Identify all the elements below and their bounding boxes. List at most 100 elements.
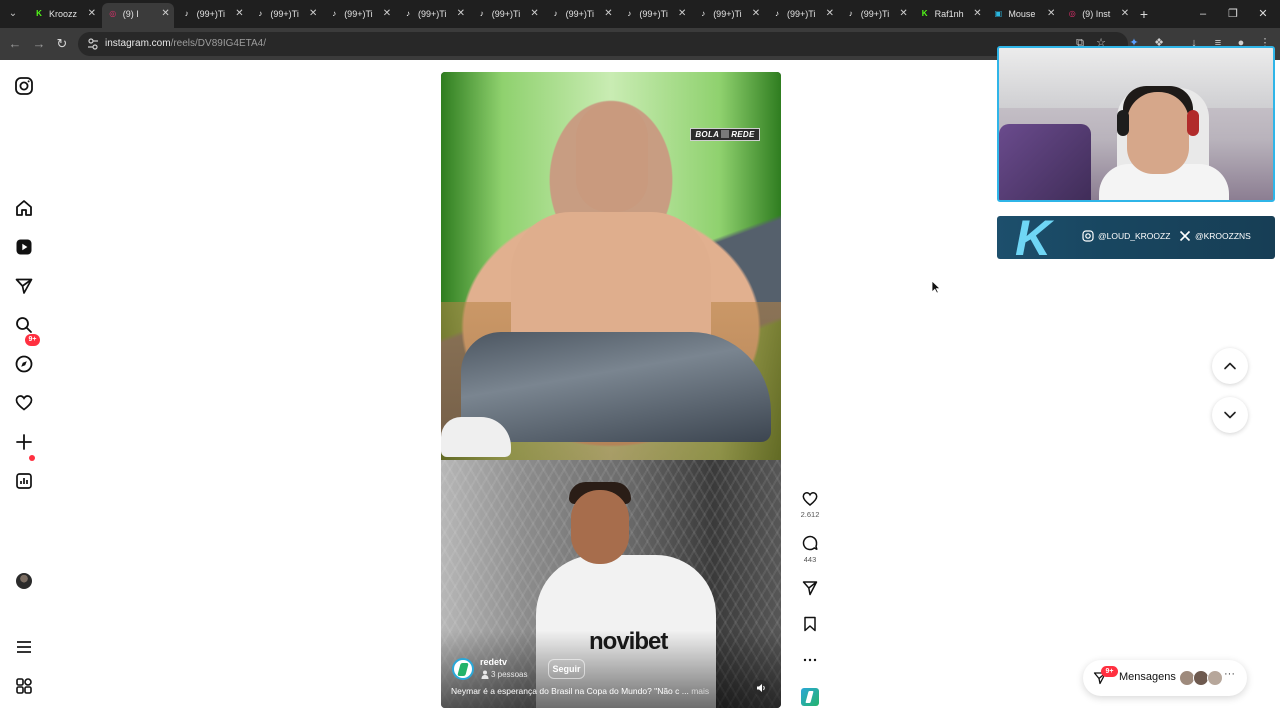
like-button[interactable] <box>801 490 819 508</box>
more-contacts-icon: ··· <box>1224 668 1235 680</box>
messages-label: Mensagens <box>1119 671 1176 683</box>
back-icon[interactable]: ← <box>6 35 24 53</box>
tab-title: (99+)Ti <box>418 9 447 19</box>
instagram-icon <box>1082 230 1094 242</box>
tab-search-chevron-icon[interactable]: ⌄ <box>4 5 22 23</box>
more-options-button[interactable] <box>801 651 819 669</box>
close-tab-icon[interactable]: ✕ <box>826 3 834 25</box>
profile-avatar[interactable] <box>16 573 32 589</box>
browser-tab[interactable]: ♪ (99+)Ti ✕ <box>618 3 690 25</box>
reload-icon[interactable]: ↻ <box>53 35 71 53</box>
browser-tab[interactable]: ▣ Mouse ✕ <box>987 3 1059 25</box>
notifications-badge: 9+ <box>25 334 40 346</box>
home-icon[interactable] <box>14 198 34 218</box>
tab-title: Kroozz <box>49 9 78 19</box>
forward-icon[interactable]: → <box>30 35 48 53</box>
new-tab-button[interactable]: + <box>1137 3 1151 25</box>
explore-compass-icon[interactable] <box>14 354 34 374</box>
close-tab-icon[interactable]: ✕ <box>604 3 612 25</box>
messages-badge: 9+ <box>1101 666 1118 677</box>
instagram-logo-icon[interactable] <box>14 76 34 96</box>
address-bar[interactable]: instagram.com/reels/DV89IG4ETA4/ <box>78 32 1128 56</box>
reel-caption[interactable]: Neymar é a esperança do Brasil na Copa d… <box>451 686 741 696</box>
site-icon: ▣ <box>994 9 1003 18</box>
original-audio-thumbnail[interactable] <box>801 688 819 706</box>
close-tab-icon[interactable]: ✕ <box>530 3 538 25</box>
tiktok-icon: ♪ <box>701 9 706 18</box>
dashboard-icon[interactable] <box>14 471 34 491</box>
browser-tab[interactable]: K Kroozz ✕ <box>28 3 100 25</box>
ellipsis-icon <box>803 658 817 662</box>
mute-toggle-button[interactable] <box>753 680 769 696</box>
messages-button[interactable]: 9+ Mensagens ··· <box>1083 660 1247 696</box>
streamer-webcam-overlay <box>997 46 1275 202</box>
author-avatar[interactable] <box>452 658 474 680</box>
browser-tab-bar: ⌄ K Kroozz ✕ ◎ (9) I ✕ ♪ (99+)Ti ✕ ♪ (99+)Ti ✕ ♪ (99+… <box>0 0 1280 28</box>
tab-title: (99+)Ti <box>196 9 226 19</box>
comment-icon <box>802 535 818 551</box>
browser-tab[interactable]: ♪ (99+)Ti ✕ <box>249 3 321 25</box>
close-tab-icon[interactable]: ✕ <box>752 3 760 25</box>
close-tab-icon[interactable]: ✕ <box>973 3 981 25</box>
kick-icon: K <box>921 9 928 18</box>
reels-icon[interactable] <box>14 237 34 257</box>
browser-tab[interactable]: ♪ (99+)Ti ✕ <box>176 3 248 25</box>
heart-icon <box>802 492 818 506</box>
browser-tab[interactable]: ◎ (9) I ✕ <box>101 3 174 28</box>
follow-button[interactable]: Seguir <box>548 659 585 679</box>
reel-video[interactable]: BOLAREDE novibet redetv 3 pessoas Seguir… <box>441 72 781 708</box>
close-tab-icon[interactable]: ✕ <box>899 3 907 25</box>
caption-more-link[interactable]: mais <box>691 686 709 696</box>
browser-tab[interactable]: ♪ (99+)Ti ✕ <box>840 3 912 25</box>
tiktok-icon: ♪ <box>406 9 410 18</box>
search-icon[interactable] <box>14 315 34 335</box>
tab-title: Raf1nh <box>934 9 964 19</box>
browser-tab[interactable]: ♪ (99+)Ti ✕ <box>692 3 764 25</box>
author-name[interactable]: redetv <box>480 657 507 667</box>
close-tab-icon[interactable]: ✕ <box>1047 3 1055 25</box>
browser-tab[interactable]: ♪ (99+)Ti ✕ <box>323 3 395 25</box>
more-menu-icon[interactable] <box>14 637 34 657</box>
notifications-dot <box>29 455 35 461</box>
close-tab-icon[interactable]: ✕ <box>161 3 169 25</box>
close-tab-icon[interactable]: ✕ <box>88 3 96 25</box>
also-from-meta-icon[interactable] <box>14 676 34 696</box>
browser-tab[interactable]: ◎ (9) Inst ✕ <box>1061 3 1133 25</box>
restore-icon[interactable]: ❐ <box>1222 3 1244 25</box>
share-button[interactable] <box>801 579 819 597</box>
save-button[interactable] <box>801 615 819 633</box>
x-handle: @KROOZZNS <box>1195 231 1251 241</box>
close-tab-icon[interactable]: ✕ <box>235 3 243 25</box>
contact-avatar <box>1207 670 1223 686</box>
browser-tab[interactable]: ♪ (99+)Ti ✕ <box>397 3 469 25</box>
people-icon <box>481 670 489 679</box>
tiktok-icon: ♪ <box>258 9 263 18</box>
minimize-icon[interactable]: – <box>1192 3 1214 25</box>
tab-title: (9) Inst <box>1082 9 1111 19</box>
brand-logo: K <box>1015 210 1052 266</box>
previous-reel-button[interactable] <box>1212 348 1248 384</box>
close-tab-icon[interactable]: ✕ <box>1121 3 1129 25</box>
notifications-heart-icon[interactable] <box>14 393 34 413</box>
comment-button[interactable] <box>801 534 819 552</box>
collab-people-count[interactable]: 3 pessoas <box>491 670 527 679</box>
create-plus-icon[interactable] <box>14 432 34 452</box>
tab-title: (9) I <box>122 9 139 19</box>
instagram-icon: ◎ <box>1068 9 1076 18</box>
close-window-icon[interactable]: ✕ <box>1252 3 1274 25</box>
close-tab-icon[interactable]: ✕ <box>383 3 391 25</box>
tiktok-icon: ♪ <box>184 9 189 18</box>
chevron-down-icon <box>1224 411 1236 419</box>
tab-title: (99+)Ti <box>565 9 595 19</box>
next-reel-button[interactable] <box>1212 397 1248 433</box>
direct-messages-icon[interactable] <box>14 276 34 296</box>
tiktok-icon: ♪ <box>848 9 853 18</box>
close-tab-icon[interactable]: ✕ <box>678 3 686 25</box>
browser-tab[interactable]: ♪ (99+)Ti ✕ <box>766 3 838 25</box>
browser-tab[interactable]: ♪ (99+)Ti ✕ <box>545 3 617 25</box>
close-tab-icon[interactable]: ✕ <box>457 3 465 25</box>
browser-tab[interactable]: K Raf1nh ✕ <box>914 3 986 25</box>
site-settings-icon[interactable] <box>87 37 99 51</box>
close-tab-icon[interactable]: ✕ <box>309 3 317 25</box>
browser-tab[interactable]: ♪ (99+)Ti ✕ <box>471 3 543 25</box>
